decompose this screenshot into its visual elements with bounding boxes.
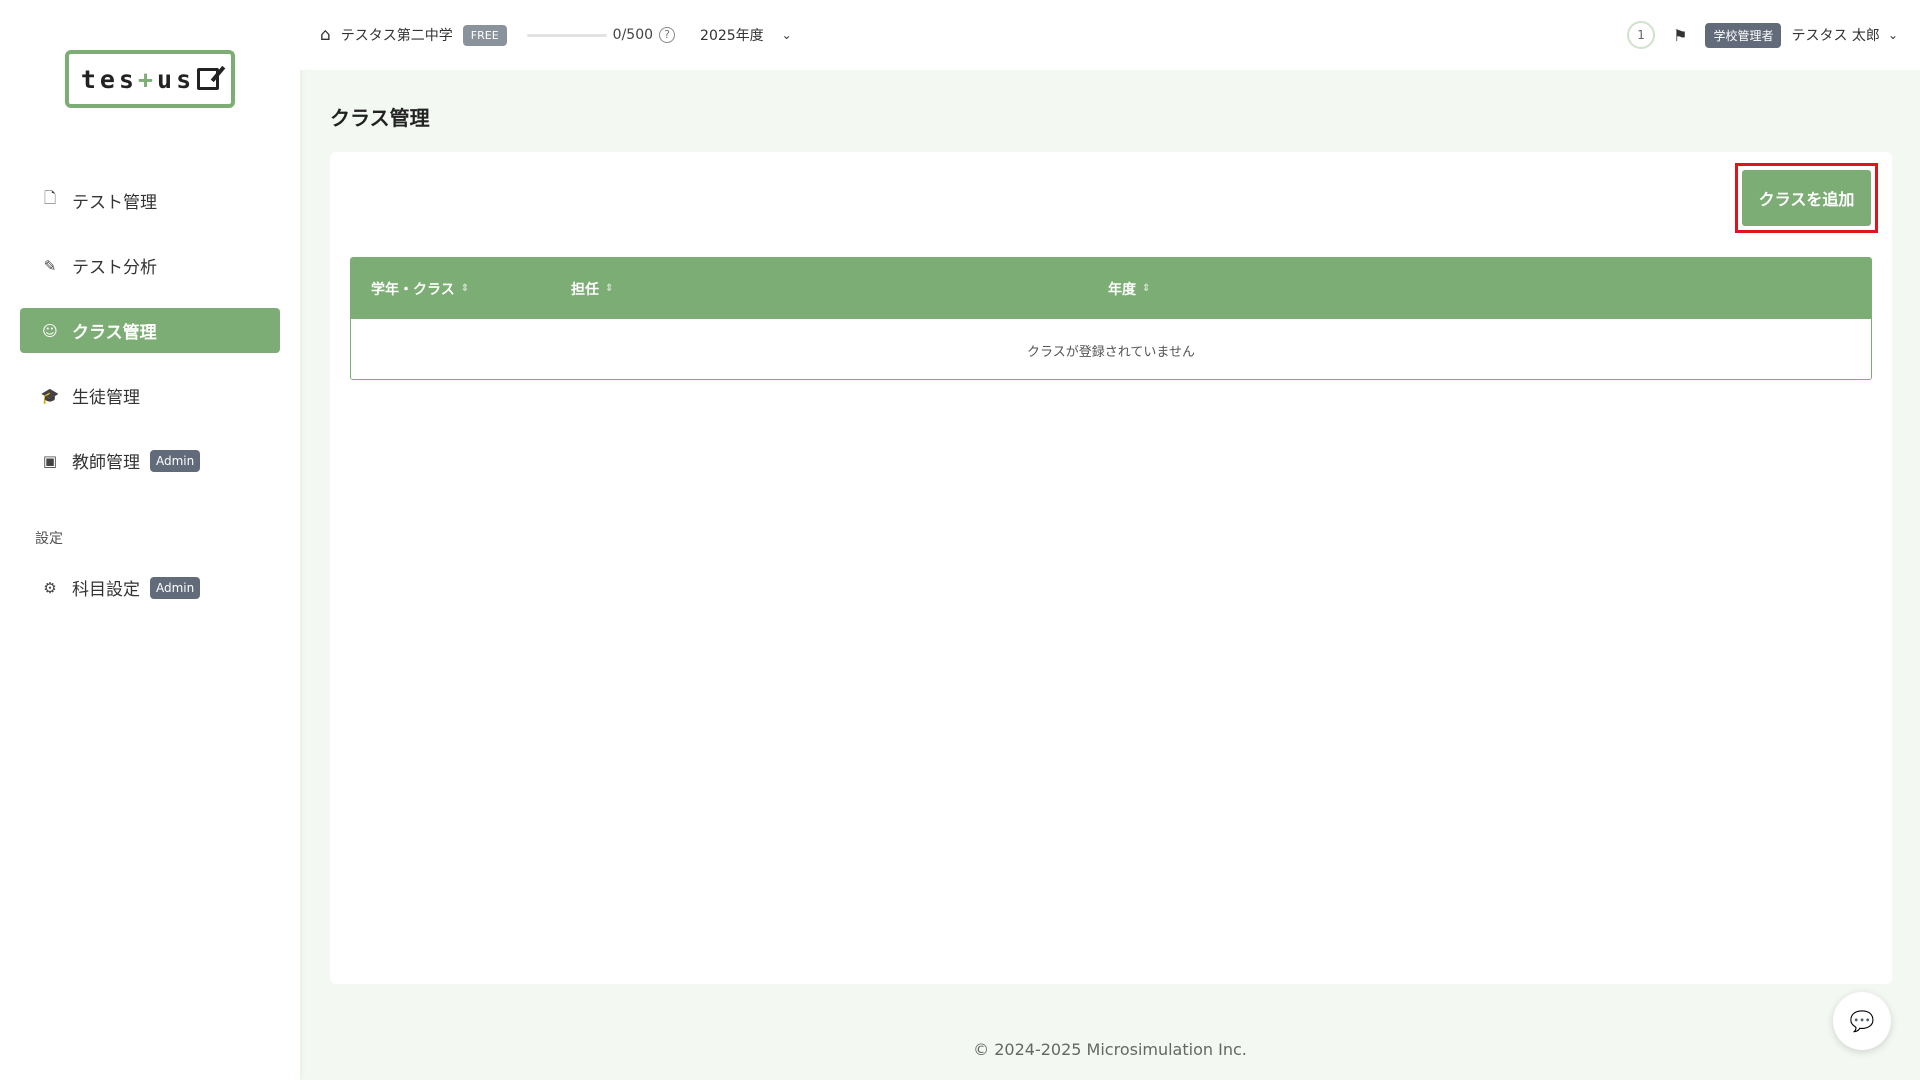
logo-text-plus: + [137, 64, 158, 94]
sort-icon: ⇕ [460, 283, 470, 294]
sidebar-item-label: 教師管理 [72, 453, 140, 473]
sidebar-item-class-management[interactable]: ☺ クラス管理 [20, 308, 280, 353]
flag-icon[interactable]: ⚑ [1673, 26, 1687, 45]
sidebar-item-label: テスト管理 [72, 193, 157, 213]
help-icon[interactable]: ? [659, 27, 676, 43]
chevron-down-icon: ⌄ [781, 28, 792, 42]
admin-badge: Admin [150, 576, 201, 599]
column-label: 学年・クラス [371, 281, 455, 298]
class-table: 学年・クラス ⇕ 担任 ⇕ 年度 ⇕ クラスが登録されていません [350, 257, 1872, 380]
document-icon: 🗋 [43, 189, 57, 207]
sidebar-item-label: クラス管理 [72, 323, 157, 343]
plan-badge: FREE [462, 24, 507, 46]
school-info: ⌂ テスタス第二中学 FREE [320, 24, 507, 46]
year-value: 2025年度 [700, 28, 764, 44]
sidebar-item-label: テスト分析 [72, 258, 157, 278]
role-badge: 学校管理者 [1705, 22, 1782, 48]
column-header-year[interactable]: 年度 ⇕ [1108, 258, 1150, 319]
chat-support-button[interactable]: 💬 [1833, 992, 1891, 1050]
admin-badge: Admin [150, 449, 201, 472]
gear-icon: ⚙ [43, 578, 57, 597]
sidebar: tes + us 🗋 テスト管理 ✎ テスト分析 ☺ クラス管理 🎓 生徒管理 ▣ … [0, 0, 300, 1080]
table-header: 学年・クラス ⇕ 担任 ⇕ 年度 ⇕ [351, 258, 1871, 319]
logo-text-post: us [157, 64, 196, 94]
column-header-homeroom-teacher[interactable]: 担任 ⇕ [571, 258, 613, 319]
page-title: クラス管理 [330, 106, 430, 130]
sidebar-item-label: 生徒管理 [72, 388, 140, 408]
add-class-highlight: クラスを追加 [1735, 163, 1878, 233]
notification-icon[interactable]: 1 [1627, 21, 1656, 49]
empty-message: クラスが登録されていません [1027, 344, 1195, 360]
column-label: 担任 [571, 281, 599, 298]
settings-section-label: 設定 [35, 531, 63, 547]
settings-nav: ⚙ 科目設定 Admin [20, 565, 280, 630]
sidebar-nav: 🗋 テスト管理 ✎ テスト分析 ☺ クラス管理 🎓 生徒管理 ▣ 教師管理 Ad… [20, 178, 280, 503]
sidebar-item-student-management[interactable]: 🎓 生徒管理 [20, 373, 280, 418]
teacher-icon: ▣ [42, 451, 58, 470]
sidebar-item-test-management[interactable]: 🗋 テスト管理 [20, 178, 280, 223]
sidebar-item-subject-settings[interactable]: ⚙ 科目設定 Admin [20, 565, 280, 610]
sidebar-item-teacher-management[interactable]: ▣ 教師管理 Admin [20, 438, 280, 483]
logo-text-pre: tes [80, 64, 138, 94]
school-icon: ⌂ [320, 25, 331, 45]
footer-copyright: © 2024-2025 Microsimulation Inc. [973, 1040, 1247, 1059]
top-header: ⌂ テスタス第二中学 FREE 0/500 ? 2025年度 ⌄ 1 ⚑ 学校管… [300, 0, 1920, 70]
quota-progress-bar [526, 33, 607, 37]
column-header-grade-class[interactable]: 学年・クラス ⇕ [371, 258, 469, 319]
chat-icon: 💬 [1849, 1009, 1875, 1033]
user-name[interactable]: テスタス 太郎 [1791, 25, 1879, 45]
quota-indicator: 0/500 ? [526, 27, 676, 43]
sidebar-item-test-analysis[interactable]: ✎ テスト分析 [20, 243, 280, 288]
graduation-cap-icon: 🎓 [40, 386, 60, 405]
chart-pen-icon: ✎ [43, 256, 57, 275]
sidebar-item-label: 科目設定 [72, 580, 140, 600]
header-right: 1 ⚑ 学校管理者 テスタス 太郎 ⌄ [1627, 21, 1898, 49]
school-name: テスタス第二中学 [340, 28, 453, 44]
chevron-down-icon[interactable]: ⌄ [1888, 28, 1898, 42]
column-label: 年度 [1108, 281, 1136, 298]
add-class-button[interactable]: クラスを追加 [1742, 170, 1871, 226]
table-empty-row: クラスが登録されていません [351, 319, 1871, 379]
users-icon: ☺ [42, 321, 58, 340]
year-selector[interactable]: 2025年度 ⌄ [700, 25, 792, 45]
app-logo[interactable]: tes + us [65, 50, 235, 108]
sort-icon: ⇕ [1142, 283, 1151, 294]
quota-text: 0/500 [612, 27, 654, 43]
sort-icon: ⇕ [605, 283, 614, 294]
edit-icon [197, 68, 220, 90]
